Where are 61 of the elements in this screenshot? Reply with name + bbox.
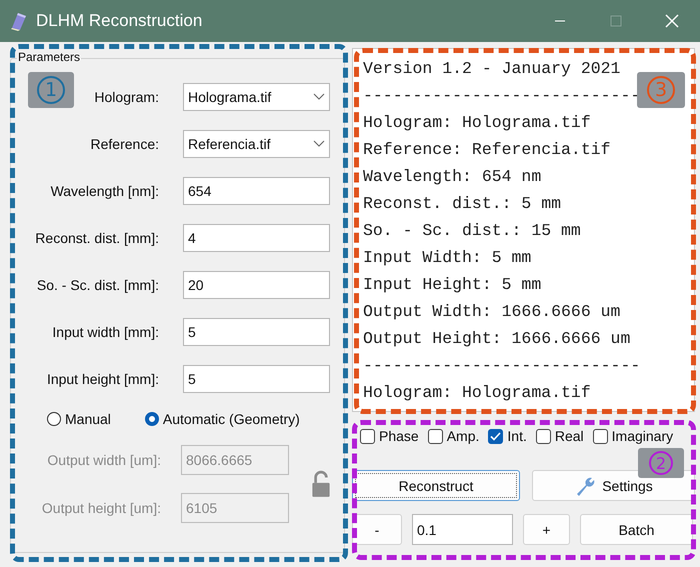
- log-line: Input Width: 5 mm: [363, 247, 532, 269]
- checkbox[interactable]: [360, 428, 375, 444]
- checkbox-option[interactable]: Real: [536, 428, 584, 444]
- checkbox[interactable]: [536, 428, 551, 444]
- number-badge: 2: [638, 448, 684, 478]
- checkbox-option[interactable]: Amp.: [428, 428, 480, 444]
- close-icon[interactable]: [665, 14, 679, 28]
- checkbox[interactable]: [488, 428, 504, 444]
- radio-label: Manual: [65, 411, 111, 427]
- checkbox-label: Phase: [379, 428, 419, 444]
- radio-option[interactable]: Manual: [47, 411, 111, 427]
- field-label: Reference:: [90, 136, 159, 152]
- field-label: Wavelength [nm]:: [50, 183, 159, 199]
- log-line: Reconst. dist.: 5 mm: [363, 193, 562, 215]
- chevron-icon: [313, 140, 325, 148]
- checkbox[interactable]: [592, 428, 608, 444]
- field-label: Output width [um]:: [47, 452, 161, 468]
- settings-button[interactable]: Settings: [532, 470, 695, 501]
- radio-button[interactable]: [144, 412, 159, 426]
- field-label: Input height [mm]:: [46, 371, 159, 387]
- field-label: Output height [um]:: [42, 500, 161, 516]
- checkbox-option[interactable]: Int.: [488, 428, 527, 444]
- reconstruct-button[interactable]: Reconstruct: [352, 470, 520, 501]
- input-field[interactable]: 20: [183, 271, 330, 299]
- dropdown[interactable]: Referencia.tif: [183, 130, 330, 158]
- number-badge: 3: [637, 72, 685, 108]
- log-line: Reference: Referencia.tif: [363, 139, 611, 161]
- checkbox-option[interactable]: Imaginary: [592, 428, 674, 444]
- log-line: Output Height: 1666.6666 um: [363, 328, 630, 350]
- log-line: Output Width: 1666.6666 um: [363, 301, 620, 323]
- input-field[interactable]: 5: [183, 365, 330, 393]
- field-label: So. - Sc. dist. [mm]:: [36, 277, 159, 293]
- chevron-icon: [313, 93, 325, 101]
- group-title: Parameters: [17, 50, 82, 64]
- input-field[interactable]: 4: [183, 224, 330, 252]
- input-field[interactable]: 654: [183, 177, 330, 205]
- checkbox-label: Imaginary: [612, 428, 674, 444]
- field-label: Reconst. dist. [mm]:: [35, 230, 159, 246]
- number-badge: 1: [28, 72, 74, 108]
- batch-button[interactable]: Batch: [580, 514, 693, 545]
- log-line: Version 1.2 - January 2021: [363, 58, 620, 80]
- field-label: Hologram:: [94, 89, 159, 105]
- checkbox-label: Amp.: [446, 428, 480, 444]
- dropdown[interactable]: Holograma.tif: [183, 83, 330, 111]
- log-line: Wavelength: 654 nm: [363, 166, 542, 188]
- step-field[interactable]: 0.1: [412, 514, 513, 545]
- radio-button[interactable]: [47, 412, 61, 426]
- checkbox[interactable]: [428, 428, 443, 444]
- log-line: Hologram: Holograma.tif: [363, 112, 591, 134]
- checkbox-label: Real: [554, 428, 584, 444]
- log-line: Hologram: Holograma.tif: [363, 382, 591, 404]
- checkbox-label: Int.: [507, 428, 527, 444]
- checkbox-option[interactable]: Phase: [360, 428, 419, 444]
- log-line: ----------------------------: [363, 355, 640, 377]
- input-field[interactable]: 5: [183, 318, 330, 346]
- window-title: DLHM Reconstruction: [36, 11, 204, 31]
- increment-button[interactable]: +: [523, 514, 570, 545]
- log-line: Input Height: 5 mm: [363, 274, 542, 296]
- decrement-button[interactable]: -: [352, 514, 402, 545]
- log-line: So. - Sc. dist.: 15 mm: [363, 220, 581, 242]
- field-label: Input width [mm]:: [52, 324, 159, 340]
